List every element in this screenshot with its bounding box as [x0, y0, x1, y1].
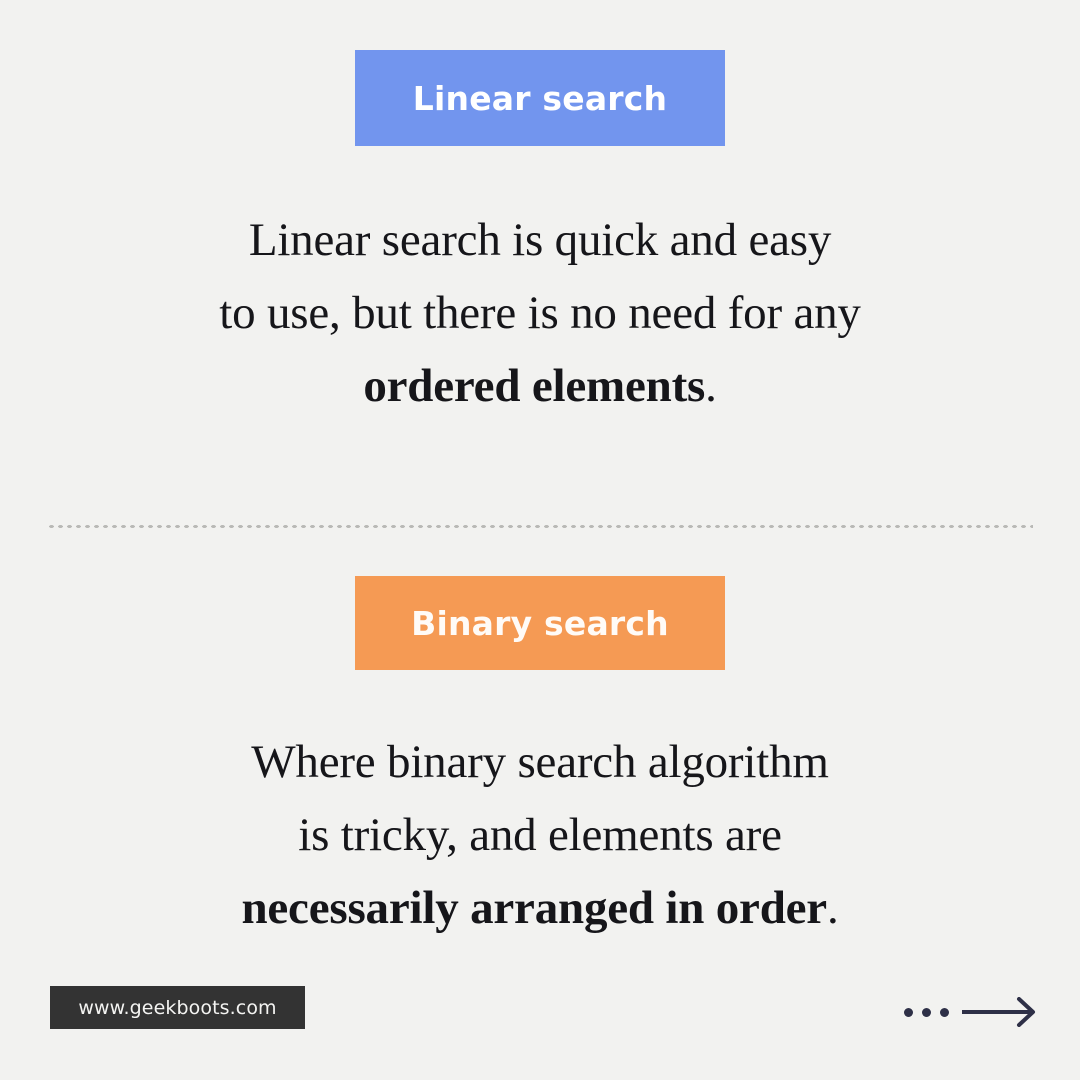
- binary-line-1: Where binary search algorithm: [251, 736, 829, 788]
- slide-canvas: Linear search Linear search is quick and…: [0, 0, 1080, 1080]
- binary-search-description: Where binary search algorithm is tricky,…: [0, 726, 1080, 945]
- binary-line-3-tail: .: [826, 882, 839, 934]
- linear-line-2: to use, but there is no need for any: [219, 287, 861, 339]
- next-slide-control[interactable]: [904, 995, 1038, 1029]
- dot-icon-1: [904, 1007, 913, 1017]
- linear-line-3-bold: ordered elements: [363, 360, 706, 412]
- linear-search-description: Linear search is quick and easy to use, …: [0, 204, 1080, 423]
- linear-line-3-tail: .: [705, 360, 717, 412]
- badge-linear-search: Linear search: [355, 50, 725, 146]
- section-binary-search: Binary search Where binary search algori…: [0, 528, 1080, 945]
- binary-line-3-bold: necessarily arranged in order: [241, 882, 827, 934]
- linear-line-1: Linear search is quick and easy: [248, 214, 832, 266]
- binary-line-2: is tricky, and elements are: [298, 809, 782, 861]
- section-linear-search: Linear search Linear search is quick and…: [0, 0, 1080, 423]
- dot-icon-3: [940, 1007, 949, 1017]
- arrow-right-icon[interactable]: [961, 997, 1038, 1027]
- linear-badge-row: Linear search: [0, 50, 1080, 146]
- badge-binary-search: Binary search: [355, 576, 725, 670]
- dot-icon-2: [922, 1007, 931, 1017]
- binary-badge-row: Binary search: [0, 576, 1080, 670]
- website-url-badge: www.geekboots.com: [50, 986, 305, 1029]
